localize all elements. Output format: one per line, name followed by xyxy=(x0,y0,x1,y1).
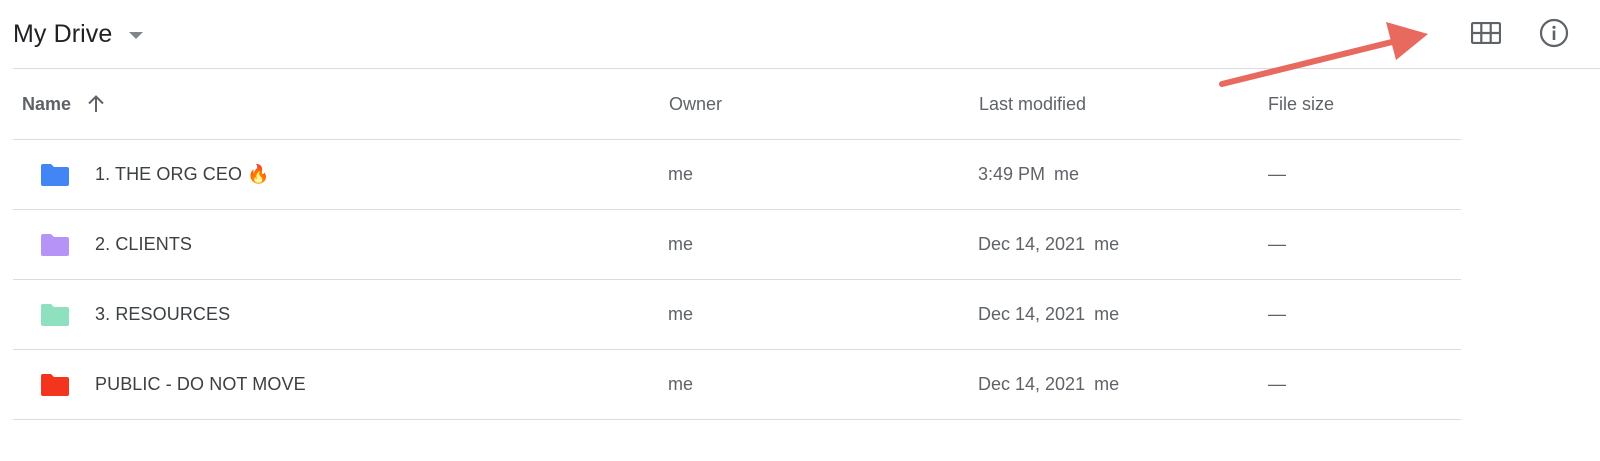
folder-icon xyxy=(40,350,70,419)
top-bar xyxy=(13,0,1600,69)
folder-icon xyxy=(40,280,70,349)
file-row[interactable]: 3. RESOURCES me Dec 14, 2021 me — xyxy=(13,280,1461,350)
modified-date: Dec 14, 2021 xyxy=(978,234,1086,254)
file-last-modified: Dec 14, 2021 me xyxy=(978,210,1119,279)
caret-down-icon xyxy=(129,32,144,39)
info-icon xyxy=(1539,18,1569,48)
file-size: — xyxy=(1268,374,1286,394)
file-row[interactable]: 1. THE ORG CEO 🔥 me 3:49 PM me — xyxy=(13,140,1461,210)
my-drive-dropdown[interactable]: My Drive xyxy=(13,14,144,54)
file-size: — xyxy=(1268,304,1286,324)
column-file-size-header[interactable]: File size xyxy=(1268,69,1334,139)
file-name: 3. RESOURCES xyxy=(95,304,231,324)
sort-by-name-header[interactable]: Name xyxy=(22,69,105,139)
file-row[interactable]: 2. CLIENTS me Dec 14, 2021 me — xyxy=(13,210,1461,280)
page-title: My Drive xyxy=(13,19,113,48)
grid-view-button[interactable] xyxy=(1468,15,1504,51)
column-name-label: Name xyxy=(22,93,72,114)
column-owner-header[interactable]: Owner xyxy=(669,69,722,139)
file-owner: me xyxy=(668,304,694,324)
modified-by: me xyxy=(1094,234,1120,254)
modified-date: Dec 14, 2021 xyxy=(978,374,1086,394)
file-list: 1. THE ORG CEO 🔥 me 3:49 PM me — 2. CLIE… xyxy=(13,140,1461,420)
modified-by: me xyxy=(1094,304,1120,324)
arrow-up-icon xyxy=(87,94,105,114)
file-last-modified: Dec 14, 2021 me xyxy=(978,350,1119,419)
column-last-modified-header[interactable]: Last modified xyxy=(979,69,1086,139)
folder-icon xyxy=(40,140,70,209)
modified-by: me xyxy=(1094,374,1120,394)
modified-date: 3:49 PM xyxy=(978,164,1046,184)
folder-icon xyxy=(40,210,70,279)
view-details-button[interactable] xyxy=(1536,15,1572,51)
file-name: 2. CLIENTS xyxy=(95,234,193,254)
file-owner: me xyxy=(668,374,694,394)
file-size: — xyxy=(1268,164,1286,184)
modified-by: me xyxy=(1054,164,1080,184)
grid-view-icon xyxy=(1471,22,1501,44)
file-name: 1. THE ORG CEO 🔥 xyxy=(95,164,270,184)
file-size: — xyxy=(1268,234,1286,254)
file-last-modified: 3:49 PM me xyxy=(978,140,1079,209)
file-row[interactable]: PUBLIC - DO NOT MOVE me Dec 14, 2021 me … xyxy=(13,350,1461,420)
file-last-modified: Dec 14, 2021 me xyxy=(978,280,1119,349)
file-name: PUBLIC - DO NOT MOVE xyxy=(95,374,306,394)
file-owner: me xyxy=(668,234,694,254)
file-owner: me xyxy=(668,164,694,184)
modified-date: Dec 14, 2021 xyxy=(978,304,1086,324)
column-header-row: Name Owner Last modified File size xyxy=(13,69,1461,140)
